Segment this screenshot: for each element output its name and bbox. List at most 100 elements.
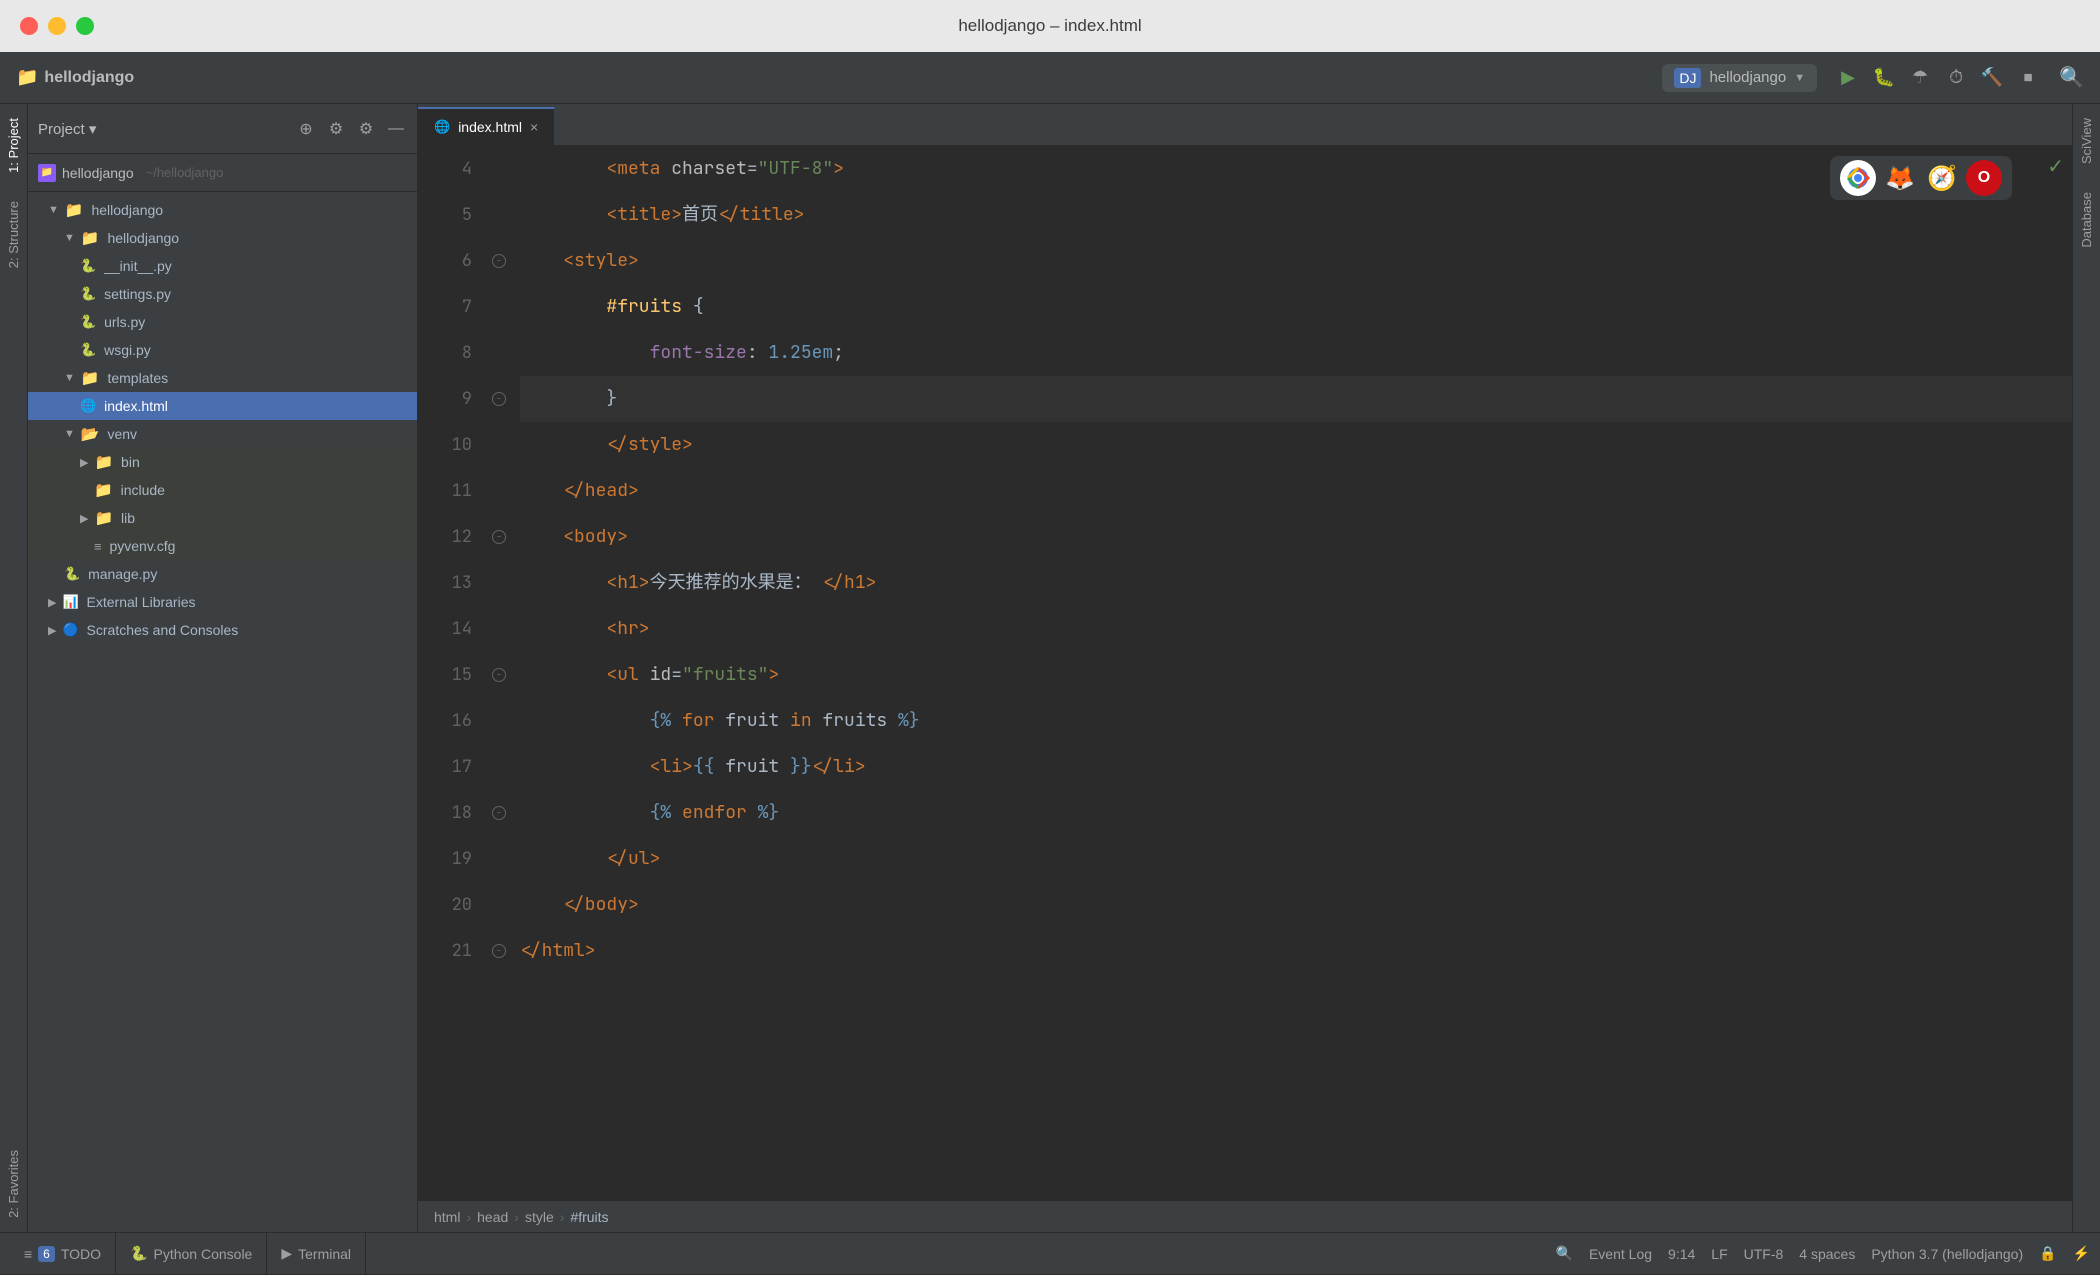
tree-item-urls-py[interactable]: 🐍 urls.py	[28, 308, 417, 336]
sidebar-tab-database[interactable]: Database	[2075, 178, 2098, 262]
todo-tab[interactable]: ≡ 6 TODO	[10, 1233, 116, 1275]
tree-item-external-libs[interactable]: ▶ 📊 External Libraries	[28, 588, 417, 616]
status-interpreter[interactable]: Python 3.7 (hellodjango)	[1871, 1246, 2023, 1262]
status-search-icon[interactable]: 🔍	[1556, 1245, 1573, 1262]
fold-icon-9[interactable]: -	[492, 392, 506, 406]
tree-item-init-py[interactable]: 🐍 __init__.py	[28, 252, 417, 280]
tree-item-include[interactable]: 📁 include	[28, 476, 417, 504]
tree-item-lib[interactable]: ▶ 📁 lib	[28, 504, 417, 532]
search-icon[interactable]: 🔍	[2059, 65, 2084, 90]
opera-icon[interactable]: O	[1966, 160, 2002, 196]
options-icon[interactable]: ⚙	[325, 118, 347, 140]
sidebar-tab-favorites[interactable]: 2: Favorites	[2, 1136, 25, 1232]
firefox-icon[interactable]: 🦊	[1882, 160, 1918, 196]
gear-icon[interactable]: ⚙	[355, 118, 377, 140]
status-encoding[interactable]: UTF-8	[1744, 1246, 1784, 1262]
stop-button[interactable]: ⏹	[2013, 63, 2043, 93]
terminal-tab[interactable]: ▶ Terminal	[267, 1233, 366, 1275]
tab-bar: 🌐 index.html ×	[418, 104, 2072, 146]
maximize-button[interactable]	[76, 17, 94, 35]
tab-close-button[interactable]: ×	[530, 119, 538, 135]
breadcrumb-head[interactable]: head	[477, 1209, 508, 1225]
chevron-right-icon: ▶	[48, 624, 56, 637]
dropdown-arrow-icon[interactable]: ▼	[1794, 72, 1805, 84]
chevron-down-icon: ▼	[64, 232, 75, 244]
sidebar-tab-project[interactable]: 1: Project	[2, 104, 25, 187]
right-sidebar: SciView Database	[2072, 104, 2100, 1232]
gutter-19	[488, 836, 510, 882]
tree-item-hellodjango-inner[interactable]: ▼ 📁 hellodjango	[28, 224, 417, 252]
status-indent[interactable]: 4 spaces	[1799, 1246, 1855, 1262]
tree-item-wsgi-py[interactable]: 🐍 wsgi.py	[28, 336, 417, 364]
fold-icon-18[interactable]: -	[492, 806, 506, 820]
line-num-7: 7	[418, 284, 472, 330]
tree-item-pyvenv-cfg[interactable]: ≡ pyvenv.cfg	[28, 532, 417, 560]
tree-label: bin	[117, 454, 140, 470]
run-configuration[interactable]: DJ hellodjango ▼	[1662, 64, 1817, 92]
gutter-21[interactable]: -	[488, 928, 510, 974]
gutter-20	[488, 882, 510, 928]
tree-item-index-html[interactable]: 🌐 index.html	[28, 392, 417, 420]
profile-button[interactable]: ⏱	[1941, 63, 1971, 93]
breadcrumb-sep-3: ›	[560, 1209, 565, 1225]
line-num-8: 8	[418, 330, 472, 376]
line-num-10: 10	[418, 422, 472, 468]
html-tab-icon: 🌐	[434, 119, 450, 135]
minimize-button[interactable]	[48, 17, 66, 35]
code-content[interactable]: <meta charset="UTF-8"> <title>首页</title>…	[510, 146, 2072, 1200]
tree-item-hellodjango-root[interactable]: ▼ 📁 hellodjango	[28, 196, 417, 224]
gutter-8	[488, 330, 510, 376]
python-console-tab[interactable]: 🐍 Python Console	[116, 1233, 267, 1275]
tree-item-settings-py[interactable]: 🐍 settings.py	[28, 280, 417, 308]
breadcrumb-html[interactable]: html	[434, 1209, 460, 1225]
gutter-9[interactable]: -	[488, 376, 510, 422]
terminal-icon: ▶	[281, 1245, 292, 1262]
sidebar-tab-structure[interactable]: 2: Structure	[2, 187, 25, 282]
tree-item-venv[interactable]: ▼ 📂 venv	[28, 420, 417, 448]
chevron-down-icon: ▼	[64, 372, 75, 384]
line-num-14: 14	[418, 606, 472, 652]
python-file-icon: 🐍	[80, 286, 96, 302]
close-button[interactable]	[20, 17, 38, 35]
python-console-icon: 🐍	[130, 1245, 147, 1262]
run-button[interactable]: ▶	[1833, 63, 1863, 93]
line-num-21: 21	[418, 928, 472, 974]
locate-icon[interactable]: ⊕	[295, 118, 317, 140]
code-line-21: </html>	[520, 928, 2072, 974]
code-line-8: font-size: 1.25em;	[520, 330, 2072, 376]
tree-item-templates[interactable]: ▼ 📁 templates	[28, 364, 417, 392]
tree-item-scratches[interactable]: ▶ 🔵 Scratches and Consoles	[28, 616, 417, 644]
breadcrumb-fruits[interactable]: #fruits	[570, 1209, 608, 1225]
chrome-icon[interactable]	[1840, 160, 1876, 196]
sidebar-tab-sciview[interactable]: SciView	[2075, 104, 2098, 178]
tree-label: External Libraries	[83, 594, 196, 610]
gutter-18[interactable]: -	[488, 790, 510, 836]
gutter-15[interactable]: -	[488, 652, 510, 698]
collapse-icon[interactable]: —	[385, 118, 407, 140]
build-button[interactable]: 🔨	[1977, 63, 2007, 93]
breadcrumb-style[interactable]: style	[525, 1209, 554, 1225]
fold-icon-12[interactable]: -	[492, 530, 506, 544]
tree-item-bin[interactable]: ▶ 📁 bin	[28, 448, 417, 476]
tree-item-manage-py[interactable]: 🐍 manage.py	[28, 560, 417, 588]
tab-index-html[interactable]: 🌐 index.html ×	[418, 107, 555, 145]
gutter-6[interactable]: -	[488, 238, 510, 284]
fold-icon-21[interactable]: -	[492, 944, 506, 958]
gutter-12[interactable]: -	[488, 514, 510, 560]
safari-icon[interactable]: 🧭	[1924, 160, 1960, 196]
cfg-file-icon: ≡	[94, 539, 102, 554]
debug-button[interactable]: 🐛	[1869, 63, 1899, 93]
fold-icon-6[interactable]: -	[492, 254, 506, 268]
code-line-16: {% for fruit in fruits %}	[520, 698, 2072, 744]
status-git-icon[interactable]: ⚡	[2073, 1245, 2090, 1262]
line-num-20: 20	[418, 882, 472, 928]
status-line-ending[interactable]: LF	[1711, 1246, 1727, 1262]
code-editor[interactable]: 4 5 6 7 8 9 10 11 12 13 14 15 16 17 18 1…	[418, 146, 2072, 1200]
breadcrumb-bar: html › head › style › #fruits	[418, 1200, 2072, 1232]
run-config-name: hellodjango	[1709, 69, 1786, 86]
status-event-log[interactable]: Event Log	[1589, 1246, 1652, 1262]
tab-label: index.html	[458, 119, 522, 135]
fold-icon-15[interactable]: -	[492, 668, 506, 682]
coverage-button[interactable]: ☂	[1905, 63, 1935, 93]
code-line-9: }	[520, 376, 2072, 422]
